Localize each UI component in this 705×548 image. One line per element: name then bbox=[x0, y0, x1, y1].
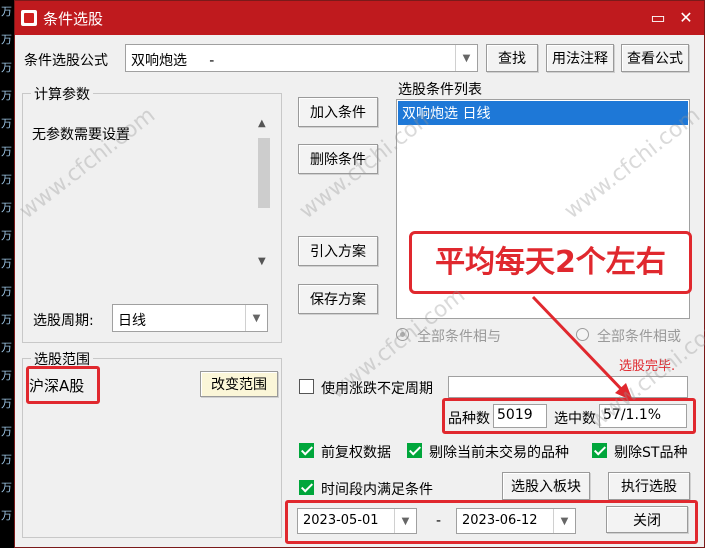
conditions-title: 选股条件列表 bbox=[398, 82, 482, 98]
condition-item[interactable]: 双响炮选 日线 bbox=[398, 101, 688, 125]
exclude-st-label: 剔除ST品种 bbox=[614, 445, 688, 461]
run-screen-button[interactable]: 执行选股 bbox=[608, 472, 690, 500]
formula-label: 条件选股公式 bbox=[24, 53, 108, 69]
chevron-down-icon[interactable]: ▼ bbox=[553, 509, 575, 533]
exclude-untraded-checkbox[interactable] bbox=[407, 443, 422, 458]
period-value: 日线 bbox=[118, 313, 146, 329]
scroll-up-icon[interactable]: ▲ bbox=[258, 118, 266, 129]
window-title: 条件选股 bbox=[43, 10, 104, 28]
params-scrollbar[interactable]: ▲ ▼ bbox=[255, 116, 273, 274]
minimize-icon[interactable]: ▭ bbox=[648, 8, 668, 28]
params-group: 计算参数 无参数需要设置 ▲ ▼ 选股周期: 日线 ▼ bbox=[22, 84, 282, 343]
formula-select[interactable]: 双响炮选 - ▼ bbox=[125, 44, 478, 72]
find-button[interactable]: 查找 bbox=[486, 44, 538, 72]
period-label: 选股周期: bbox=[33, 313, 94, 329]
start-date: 2023-05-01 bbox=[303, 513, 379, 528]
close-icon[interactable]: ✕ bbox=[676, 8, 696, 28]
add-condition-button[interactable]: 加入条件 bbox=[298, 97, 378, 127]
title-bar: 条件选股 ▭ ✕ bbox=[15, 1, 704, 35]
app-icon bbox=[21, 10, 37, 26]
time-range-label: 时间段内满足条件 bbox=[321, 482, 433, 498]
formula-select-value: 双响炮选 - bbox=[131, 53, 215, 69]
stock-screener-dialog: 条件选股 ▭ ✕ 条件选股公式 双响炮选 - ▼ 查找 用法注释 查看公式 计算… bbox=[14, 0, 705, 548]
end-date-picker[interactable]: 2023-06-12 ▼ bbox=[456, 508, 576, 534]
start-date-picker[interactable]: 2023-05-01 ▼ bbox=[297, 508, 417, 534]
forward-adjust-checkbox[interactable] bbox=[299, 443, 314, 458]
end-date: 2023-06-12 bbox=[462, 513, 538, 528]
chevron-down-icon[interactable]: ▼ bbox=[394, 509, 416, 533]
save-plan-button[interactable]: 保存方案 bbox=[298, 284, 378, 314]
time-range-checkbox[interactable] bbox=[299, 480, 314, 495]
chevron-down-icon[interactable]: ▼ bbox=[455, 45, 477, 71]
background-app-strip: 万万万 万万万 万万万 万万万 万万万 万万万 万 bbox=[0, 0, 14, 548]
date-separator: - bbox=[436, 513, 442, 529]
change-range-button[interactable]: 改变范围 bbox=[200, 371, 278, 397]
import-plan-button[interactable]: 引入方案 bbox=[298, 236, 378, 266]
unfixed-period-checkbox[interactable] bbox=[299, 379, 314, 394]
usage-notes-button[interactable]: 用法注释 bbox=[546, 44, 614, 72]
scroll-thumb[interactable] bbox=[258, 138, 270, 208]
exclude-st-checkbox[interactable] bbox=[592, 443, 607, 458]
to-block-button[interactable]: 选股入板块 bbox=[502, 472, 590, 500]
scroll-down-icon[interactable]: ▼ bbox=[258, 256, 266, 267]
period-select[interactable]: 日线 ▼ bbox=[112, 304, 268, 332]
forward-adjust-label: 前复权数据 bbox=[321, 445, 391, 461]
chevron-down-icon[interactable]: ▼ bbox=[245, 305, 267, 331]
range-highlight bbox=[26, 366, 100, 404]
view-formula-button[interactable]: 查看公式 bbox=[621, 44, 689, 72]
exclude-untraded-label: 剔除当前未交易的品种 bbox=[429, 445, 569, 461]
close-button[interactable]: 关闭 bbox=[606, 506, 688, 533]
params-title: 计算参数 bbox=[31, 84, 93, 104]
